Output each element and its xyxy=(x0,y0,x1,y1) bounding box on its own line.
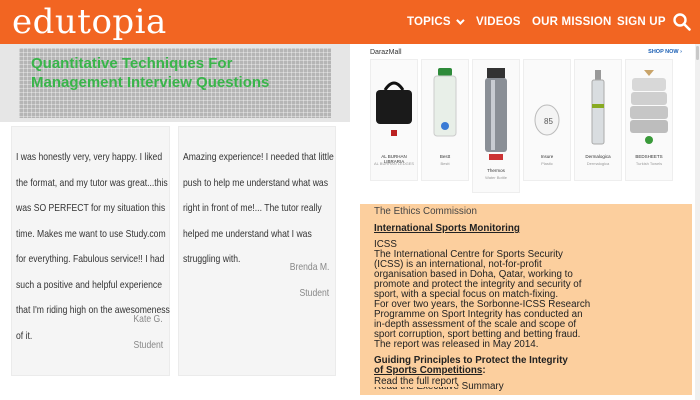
bottle-icon xyxy=(433,68,457,137)
testimonial-card: I was honestly very, very happy. I liked… xyxy=(11,126,170,376)
testimonial-role: Student xyxy=(133,339,163,351)
ad-product-card[interactable]: Dermalogica Dermalogica xyxy=(574,59,622,181)
ad-product-name: Bestt xyxy=(439,154,451,159)
nav-topics-label: TOPICS xyxy=(407,16,451,28)
testimonial-author: Brenda M. xyxy=(289,261,329,273)
ethics-subheading: International Sports Monitoring xyxy=(374,223,520,234)
full-report-link[interactable]: Read the full report xyxy=(374,377,458,387)
ethics-line: The report was released in May 2014. xyxy=(374,339,539,350)
chevron-down-icon xyxy=(455,16,465,25)
nav-our-mission[interactable]: OUR MISSION xyxy=(532,0,612,44)
ethics-heading: The Ethics Commission xyxy=(374,206,477,217)
guiding-principles-title-2-text: of Sports Competitions xyxy=(374,365,483,376)
svg-text:85: 85 xyxy=(544,117,553,126)
testimonial-quote: Amazing experience! I needed that little… xyxy=(183,151,334,265)
ad-product-price: Plastic xyxy=(541,161,553,166)
towel-stack-icon xyxy=(630,70,668,144)
egg-device-icon: 85 xyxy=(534,104,560,136)
shop-now-label: SHOP NOW xyxy=(648,49,679,55)
guiding-principles-colon: : xyxy=(482,365,486,376)
testimonial-card: Amazing experience! I needed that little… xyxy=(178,126,336,376)
edutopia-logo[interactable]: edutopia xyxy=(12,2,167,42)
search-icon[interactable] xyxy=(672,12,692,32)
nav-videos[interactable]: VIDEOS xyxy=(476,0,521,44)
ad-product-card[interactable]: Thermos Water Bottle xyxy=(472,59,520,193)
ad-product-price: Turkish Towels xyxy=(635,161,663,166)
ad-product-price: Water Bottle xyxy=(485,175,507,180)
ad-product-card[interactable]: Bestt Bestt xyxy=(421,59,469,181)
black-handbag-icon xyxy=(376,81,412,136)
ad-product-price: Dermalogica xyxy=(586,161,610,166)
article-title-box: Quantitative Techniques For Management I… xyxy=(19,48,331,118)
scrollbar[interactable] xyxy=(695,44,700,400)
nav-videos-label: VIDEOS xyxy=(476,16,521,28)
thermos-icon xyxy=(485,68,507,160)
scrollbar-thumb[interactable] xyxy=(696,46,699,60)
shop-now-link[interactable]: SHOP NOW › xyxy=(648,49,682,55)
site-header: edutopia TOPICS VIDEOS OUR MISSION SIGN … xyxy=(0,0,700,44)
ad-product-card[interactable]: 85 Insure Plastic xyxy=(523,59,571,181)
daraz-ad-banner[interactable]: DarazMall SHOP NOW › AL BURHAN LIBRARIA … xyxy=(365,45,690,197)
testimonial-role: Student xyxy=(299,287,329,299)
ad-product-card[interactable]: BEDSHEETS Turkish Towels xyxy=(625,59,673,181)
ad-product-name: Thermos xyxy=(487,168,505,173)
serum-bottle-icon xyxy=(591,70,605,145)
nav-sign-up[interactable]: SIGN UP xyxy=(617,0,666,44)
testimonial-author: Kate G. xyxy=(133,313,163,325)
panel-gap xyxy=(360,395,692,400)
ad-product-card[interactable]: AL BURHAN LIBRARIA AL BURHAN LEDGES xyxy=(370,59,418,181)
ad-product-price: AL BURHAN LEDGES xyxy=(373,161,415,166)
ad-product-price: Bestt xyxy=(440,161,450,166)
ad-product-name: Insure xyxy=(540,154,554,159)
nav-sign-up-label: SIGN UP xyxy=(617,16,666,28)
ethics-panel: The Ethics Commission International Spor… xyxy=(360,204,692,395)
nav-our-mission-label: OUR MISSION xyxy=(532,16,612,28)
ad-brand: DarazMall xyxy=(370,49,402,56)
guiding-principles-title-2: of Sports Competitions: xyxy=(374,366,486,376)
article-title: Quantitative Techniques For Management I… xyxy=(31,55,270,91)
nav-topics[interactable]: TOPICS xyxy=(407,0,465,44)
ad-product-name: Dermalogica xyxy=(585,154,611,159)
ad-product-name: BEDSHEETS xyxy=(635,154,663,159)
